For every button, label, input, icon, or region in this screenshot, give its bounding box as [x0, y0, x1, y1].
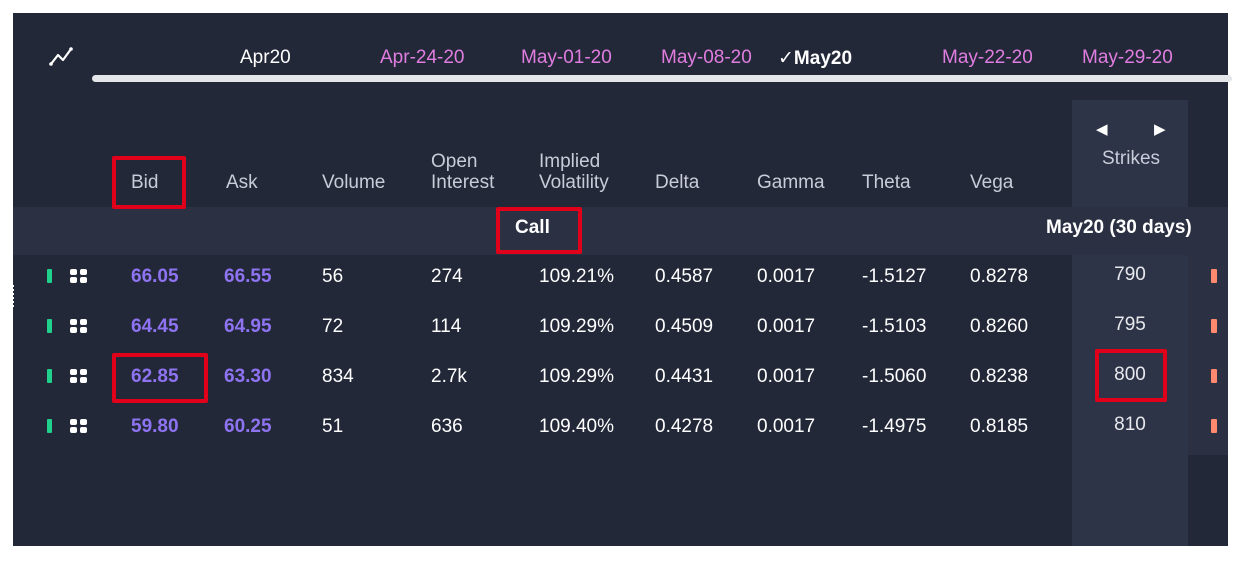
ask-cell[interactable]: 66.55	[224, 266, 272, 288]
expiry-tab-may20[interactable]: ✓May20	[778, 47, 852, 70]
option-chain-panel	[13, 13, 1228, 546]
theta-cell[interactable]: -1.4975	[862, 416, 926, 438]
delta-cell[interactable]: 0.4278	[655, 416, 713, 438]
column-header-volume[interactable]: Volume	[322, 172, 385, 193]
theta-cell[interactable]: -1.5103	[862, 316, 926, 338]
vega-cell[interactable]: 0.8278	[970, 266, 1028, 288]
expiry-tab-may-08-20[interactable]: May-08-20	[661, 47, 752, 69]
gamma-cell[interactable]: 0.0017	[757, 416, 815, 438]
arrow-right-icon[interactable]: ▶	[1154, 120, 1166, 138]
header-line: Implied	[539, 151, 601, 172]
strike-cell[interactable]: 810	[1100, 414, 1160, 436]
expiry-scrollbar[interactable]	[92, 75, 1232, 82]
column-header-vega[interactable]: Vega	[970, 172, 1013, 193]
column-header-strikes[interactable]: Strikes	[1096, 148, 1166, 169]
open-interest-cell[interactable]: 114	[431, 316, 461, 338]
column-header-ask[interactable]: Ask	[226, 172, 258, 193]
highlight-box	[1095, 349, 1167, 402]
volume-cell[interactable]: 56	[322, 266, 343, 288]
header-line: Volatility	[539, 172, 609, 193]
header-line: Open	[431, 151, 478, 172]
open-interest-cell[interactable]: 2.7k	[431, 366, 467, 388]
bid-cell[interactable]: 59.80	[131, 416, 179, 438]
bid-cell[interactable]: 66.05	[131, 266, 179, 288]
grid-icon[interactable]	[68, 268, 90, 284]
strike-cell[interactable]: 795	[1100, 314, 1160, 336]
expiry-tab-may-22-20[interactable]: May-22-20	[942, 47, 1033, 69]
grid-icon[interactable]	[68, 368, 90, 384]
theta-cell[interactable]: -1.5127	[862, 266, 926, 288]
expiry-tab-apr-24-20[interactable]: Apr-24-20	[380, 47, 465, 69]
highlight-box	[112, 156, 186, 209]
gamma-cell[interactable]: 0.0017	[757, 366, 815, 388]
theta-cell[interactable]: -1.5060	[862, 366, 926, 388]
volume-cell[interactable]: 834	[322, 366, 354, 388]
grid-icon[interactable]	[68, 418, 90, 434]
highlight-box	[112, 353, 208, 403]
expiry-tab-label: May20	[793, 48, 853, 69]
expiry-tab-may-29-20[interactable]: May-29-20	[1082, 47, 1173, 69]
implied-volatility-cell[interactable]: 109.29%	[539, 316, 614, 338]
vega-cell[interactable]: 0.8260	[970, 316, 1028, 338]
implied-volatility-cell[interactable]: 109.40%	[539, 416, 614, 438]
resize-handle[interactable]	[10, 285, 14, 309]
open-interest-cell[interactable]: 274	[431, 266, 463, 288]
delta-cell[interactable]: 0.4509	[655, 316, 713, 338]
implied-volatility-cell[interactable]: 109.29%	[539, 366, 614, 388]
vega-cell[interactable]: 0.8185	[970, 416, 1028, 438]
ask-cell[interactable]: 64.95	[224, 316, 272, 338]
put-marker	[1211, 369, 1217, 383]
vega-cell[interactable]: 0.8238	[970, 366, 1028, 388]
column-header-theta[interactable]: Theta	[862, 172, 911, 193]
column-header-open-interest[interactable]: Open Interest	[431, 151, 494, 193]
column-header-implied-volatility[interactable]: Implied Volatility	[539, 151, 609, 193]
open-interest-cell[interactable]: 636	[431, 416, 463, 438]
call-marker	[47, 419, 52, 433]
call-marker	[47, 269, 52, 283]
ask-cell[interactable]: 60.25	[224, 416, 272, 438]
implied-volatility-cell[interactable]: 109.21%	[539, 266, 614, 288]
call-marker	[47, 369, 52, 383]
header-line: Interest	[431, 172, 495, 193]
volume-cell[interactable]: 51	[322, 416, 343, 438]
bid-cell[interactable]: 64.45	[131, 316, 179, 338]
delta-cell[interactable]: 0.4587	[655, 266, 713, 288]
grid-icon[interactable]	[68, 318, 90, 334]
gamma-cell[interactable]: 0.0017	[757, 316, 815, 338]
line-chart-icon[interactable]	[47, 44, 77, 68]
ask-cell[interactable]: 63.30	[224, 366, 272, 388]
gamma-cell[interactable]: 0.0017	[757, 266, 815, 288]
strike-navigation: ◀ ▶	[1096, 120, 1166, 138]
put-marker	[1211, 319, 1217, 333]
put-marker	[1211, 269, 1217, 283]
column-header-gamma[interactable]: Gamma	[757, 172, 825, 193]
volume-cell[interactable]: 72	[322, 316, 343, 338]
expiry-tab-apr20[interactable]: Apr20	[240, 47, 291, 69]
column-header-delta[interactable]: Delta	[655, 172, 699, 193]
call-marker	[47, 319, 52, 333]
delta-cell[interactable]: 0.4431	[655, 366, 713, 388]
expiry-tab-may-01-20[interactable]: May-01-20	[521, 47, 612, 69]
expiry-days-label: May20 (30 days)	[1046, 217, 1192, 238]
highlight-box	[496, 207, 582, 254]
strike-cell[interactable]: 790	[1100, 264, 1160, 286]
check-icon: ✓	[778, 48, 794, 69]
put-marker	[1211, 419, 1217, 433]
arrow-left-icon[interactable]: ◀	[1096, 120, 1108, 138]
puts-column-edge	[1188, 255, 1228, 455]
